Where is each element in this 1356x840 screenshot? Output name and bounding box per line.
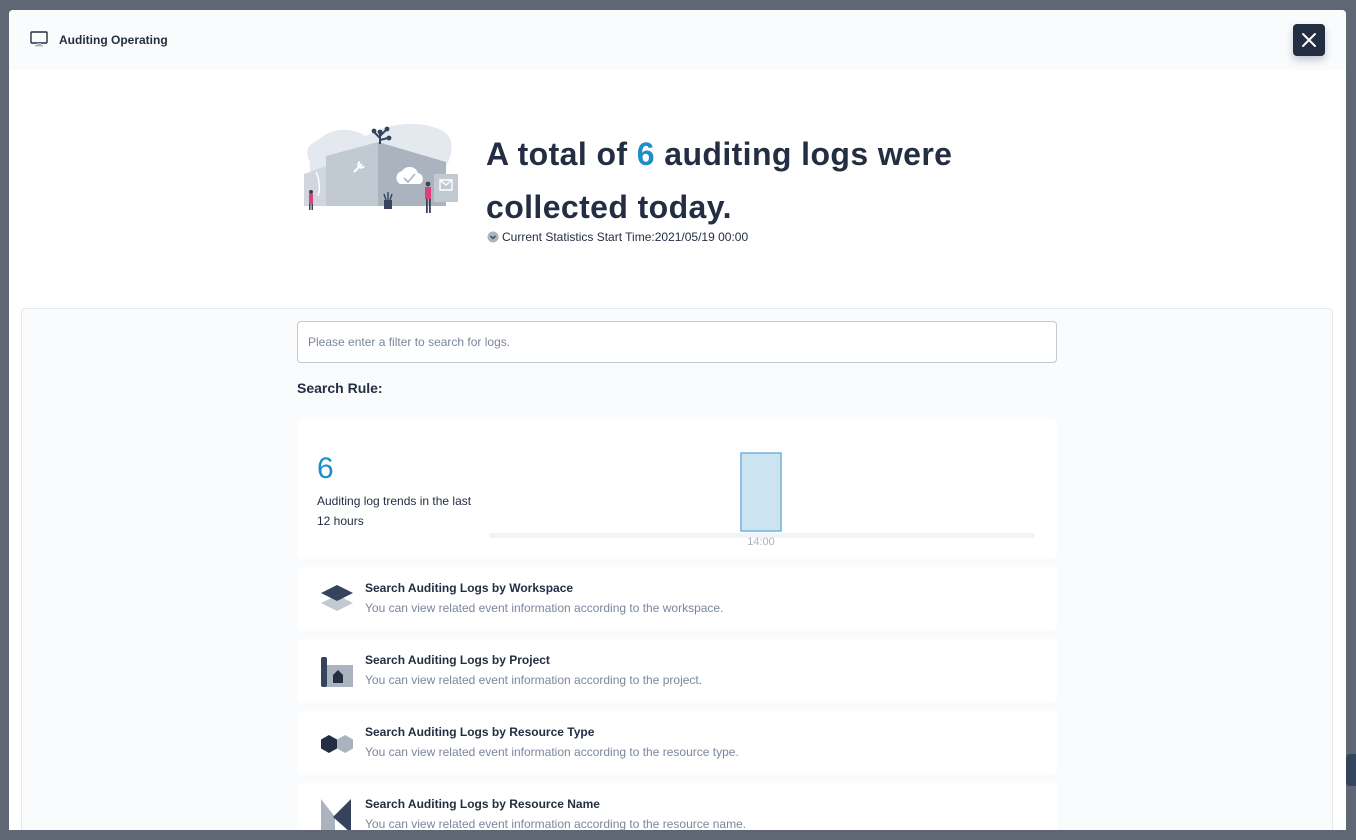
trend-bar-chart: 14:00: [489, 452, 1035, 547]
resource-type-icon: [319, 725, 355, 761]
search-rule-description: You can view related event information a…: [365, 601, 724, 615]
search-rule-title: Search Auditing Logs by Project: [365, 653, 550, 667]
trend-count: 6: [317, 452, 334, 485]
clock-icon: [487, 231, 499, 243]
project-icon: [319, 653, 355, 689]
trend-description: Auditing log trends in the last 12 hours: [317, 494, 472, 528]
search-rule-description: You can view related event information a…: [365, 745, 739, 759]
search-rule-title: Search Auditing Logs by Workspace: [365, 581, 574, 595]
trend-card: 6 Auditing log trends in the last 12 hou…: [297, 419, 1057, 559]
search-panel: Search Rule: 6 Auditing log trends in th…: [21, 308, 1333, 830]
close-icon: [1302, 33, 1316, 47]
close-button[interactable]: [1293, 24, 1325, 56]
chart-bar[interactable]: [740, 452, 782, 532]
stats-start-time-label: Current Statistics Start Time:2021/05/19…: [502, 230, 749, 244]
chart-tick-label: 14:00: [747, 536, 775, 547]
summary-hero: A total of 6 auditing logs were collecte…: [9, 70, 1346, 308]
search-rule-title: Search Auditing Logs by Resource Name: [365, 797, 600, 811]
search-rule-item[interactable]: Search Auditing Logs by Resource Name You…: [297, 783, 1057, 830]
search-rule-item[interactable]: Search Auditing Logs by Workspace You can…: [297, 567, 1057, 631]
monitor-icon: [30, 31, 48, 47]
search-rule-item[interactable]: Search Auditing Logs by Project You can v…: [297, 639, 1057, 703]
search-rule-description: You can view related event information a…: [365, 817, 747, 830]
search-rule-heading: Search Rule:: [297, 380, 383, 396]
workspace-icon: [319, 581, 355, 617]
search-rule-description: You can view related event information a…: [365, 673, 703, 687]
auditing-illustration: [304, 123, 458, 213]
today-log-count: 6: [636, 136, 655, 172]
stats-start-time: Current Statistics Start Time:2021/05/19…: [487, 230, 748, 244]
headline-prefix: A total of: [486, 136, 637, 172]
summary-headline: A total of 6 auditing logs were collecte…: [486, 128, 1006, 234]
modal-header: Auditing Operating: [9, 10, 1346, 70]
auditing-modal: Auditing Operating A total of 6 auditing…: [9, 10, 1346, 830]
log-filter-search-input[interactable]: [297, 321, 1057, 363]
edge-tab[interactable]: [1346, 754, 1356, 786]
search-rule-item[interactable]: Search Auditing Logs by Resource Type You…: [297, 711, 1057, 775]
search-rule-title: Search Auditing Logs by Resource Type: [365, 725, 595, 739]
resource-name-icon: [319, 797, 355, 830]
modal-title: Auditing Operating: [59, 33, 168, 47]
